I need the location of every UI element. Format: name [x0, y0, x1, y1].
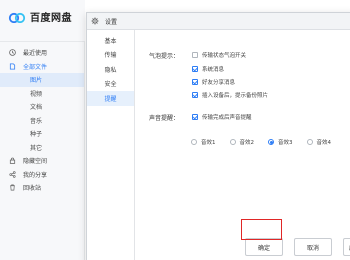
checkbox-checked[interactable] — [192, 79, 198, 85]
nav-transfer[interactable]: 传输 — [87, 48, 134, 63]
sidebar-item-documents[interactable]: 文档 — [0, 100, 84, 114]
sidebar-item-label: 文档 — [30, 104, 43, 112]
gear-icon — [91, 17, 99, 25]
sidebar-item-label: 视频 — [30, 90, 43, 98]
app-header: 百度网盘 — [0, 0, 85, 42]
radio-label: 音效1 — [201, 140, 216, 146]
option-backup-photos[interactable]: 插入设备后，提示备份照片 — [192, 91, 268, 99]
sidebar-item-music[interactable]: 音乐 — [0, 114, 84, 128]
sidebar-item-images[interactable]: 图片 — [0, 73, 84, 87]
cancel-button[interactable]: 取消 — [294, 238, 332, 256]
settings-dialog: 设置 基本 传输 隐私 安全 提醒 气泡提示： 传输状态气泡开关 系统消息 好友… — [86, 12, 350, 260]
cloud-logo-icon — [8, 12, 26, 23]
apply-button[interactable]: 应 — [343, 238, 350, 256]
ok-button[interactable]: 确定 — [245, 238, 283, 256]
highlight-box — [241, 219, 282, 240]
option-label: 传输完成后声音提醒 — [202, 115, 252, 121]
app-logo: 百度网盘 — [8, 9, 72, 24]
option-sound-reminder[interactable]: 传输完成后声音提醒 — [192, 113, 252, 121]
nav-reminder[interactable]: 提醒 — [87, 91, 134, 106]
dialog-title: 设置 — [105, 18, 118, 26]
checkbox-checked[interactable] — [192, 114, 198, 120]
sidebar-item-recycle-bin[interactable]: 回收站 — [0, 181, 84, 195]
sidebar: 最近使用 全部文件 图片 视频 文档 音乐 种子 其它 隐藏空间 我的分享 回收… — [0, 42, 85, 260]
settings-nav: 基本 传输 隐私 安全 提醒 — [87, 30, 135, 260]
option-label: 插入设备后，提示备份照片 — [202, 93, 269, 99]
sidebar-item-hidden-space[interactable]: 隐藏空间 — [0, 154, 84, 168]
sidebar-item-label: 回收站 — [23, 185, 42, 193]
option-friend-share[interactable]: 好友分享消息 — [192, 78, 235, 86]
sidebar-item-label: 隐藏空间 — [23, 158, 48, 166]
radio-sound-1[interactable]: 音效1 — [191, 138, 216, 146]
nav-security[interactable]: 安全 — [87, 77, 134, 92]
sidebar-item-label: 其它 — [30, 144, 43, 152]
option-transfer-bubble[interactable]: 传输状态气泡开关 — [192, 51, 246, 59]
sidebar-item-label: 最近使用 — [23, 50, 48, 58]
sidebar-item-label: 音乐 — [30, 117, 43, 125]
checkbox-checked[interactable] — [192, 66, 198, 72]
radio-sound-2[interactable]: 音效2 — [229, 138, 255, 146]
sidebar-item-other[interactable]: 其它 — [0, 141, 84, 155]
radio-label: 音效3 — [278, 140, 293, 146]
sidebar-item-my-shares[interactable]: 我的分享 — [0, 168, 84, 182]
sound-section-label: 声音提醒： — [149, 115, 180, 122]
nav-privacy[interactable]: 隐私 — [87, 62, 134, 77]
share-icon — [8, 170, 16, 178]
option-label: 好友分享消息 — [202, 80, 236, 86]
sidebar-item-all-files[interactable]: 全部文件 — [0, 60, 84, 74]
radio-button[interactable] — [191, 139, 197, 145]
sidebar-item-label: 种子 — [30, 131, 43, 139]
nav-basic[interactable]: 基本 — [87, 33, 134, 48]
sidebar-item-label: 我的分享 — [23, 171, 48, 179]
radio-button-selected[interactable] — [268, 139, 274, 145]
checkbox[interactable] — [192, 52, 198, 58]
option-label: 传输状态气泡开关 — [202, 53, 247, 59]
sound-choices: 音效1 音效2 音效3 音效4 — [191, 138, 345, 146]
sidebar-item-torrents[interactable]: 种子 — [0, 127, 84, 141]
sidebar-item-recent[interactable]: 最近使用 — [0, 46, 84, 60]
radio-sound-4[interactable]: 音效4 — [306, 138, 332, 146]
sidebar-item-videos[interactable]: 视频 — [0, 87, 84, 101]
app-name: 百度网盘 — [30, 13, 72, 24]
dialog-title-bar: 设置 — [87, 13, 350, 30]
radio-button[interactable] — [229, 139, 236, 145]
option-system-message[interactable]: 系统消息 — [192, 65, 224, 73]
radio-label: 音效2 — [239, 140, 255, 146]
sidebar-item-label: 全部文件 — [23, 63, 48, 71]
clock-icon — [8, 49, 16, 57]
radio-button[interactable] — [306, 139, 313, 145]
sidebar-item-label: 图片 — [30, 77, 43, 85]
radio-label: 音效4 — [316, 140, 332, 146]
trash-icon — [8, 184, 16, 192]
option-label: 系统消息 — [202, 67, 225, 73]
file-icon — [8, 62, 16, 70]
lock-icon — [8, 157, 16, 165]
radio-sound-3[interactable]: 音效3 — [268, 138, 293, 146]
checkbox-checked[interactable] — [192, 92, 198, 98]
bubble-section-label: 气泡提示： — [149, 53, 180, 60]
